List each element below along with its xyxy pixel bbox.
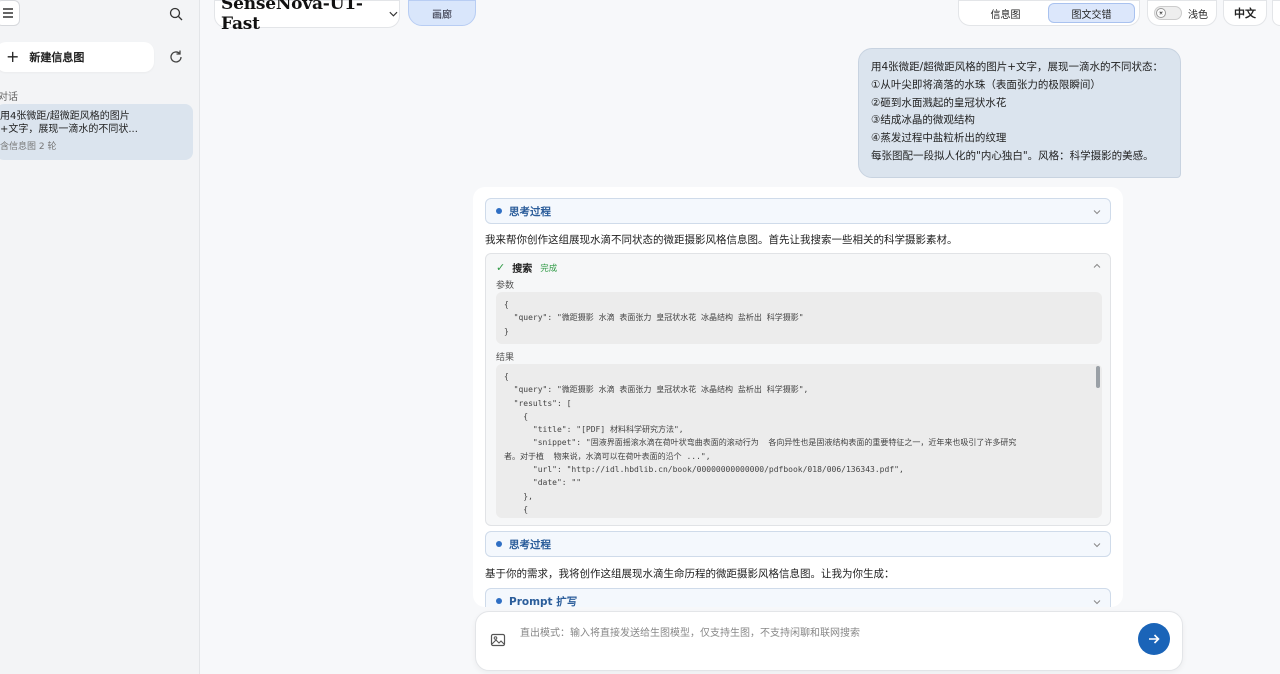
tool-header[interactable]: ✓ 搜索 完成 (496, 260, 557, 275)
params-code: { "query": "微距摄影 水滴 表面张力 皇冠状水花 冰晶结构 盐析出 … (496, 292, 1102, 344)
gallery-button[interactable]: 画廊 (408, 0, 476, 26)
code-line: "url": "http://idl.hbdlib.cn/book/000000… (504, 465, 904, 475)
search-icon (169, 7, 183, 21)
conversation-meta: 含信息图 2 轮 (0, 142, 57, 152)
assistant-intro-text: 我来帮你创作这组展现水滴不同状态的微距摄影风格信息图。首先让我搜索一些相关的科学… (485, 234, 958, 246)
thinking-label: 思考过程 (509, 205, 551, 218)
code-line: { (504, 504, 529, 514)
chevron-down-icon (389, 11, 398, 17)
sidebar-section-label: 对话 (0, 92, 18, 103)
conversation-title: 用4张微距/超微距风格的图片 +文字，展现一滴水的不同状... (0, 111, 138, 135)
refresh-icon[interactable] (168, 49, 184, 65)
code-line: { (504, 300, 509, 309)
assistant-followup-text: 基于你的需求，我将创作这组展现水滴生命历程的微距摄影风格信息图。让我为你生成： (485, 568, 895, 580)
code-line: "date": "" (504, 478, 582, 488)
code-line: }, (504, 491, 533, 501)
user-message-line: ③结成冰晶的微观结构 (871, 114, 975, 127)
language-button[interactable]: 中文 (1223, 0, 1267, 26)
user-message-line: ④蒸发过程中盐粒析出的纹理 (871, 132, 1007, 145)
chat-input-bar (475, 611, 1183, 671)
code-line: { (504, 411, 529, 421)
tab-infographic[interactable]: 信息图 (963, 3, 1048, 23)
tool-status: 完成 (540, 263, 558, 274)
model-selector[interactable]: SenseNova-U1-Fast (214, 0, 400, 34)
user-message-line: ①从叶尖即将滴落的水珠（表面张力的极限瞬间） (871, 78, 1101, 91)
hamburger-icon (3, 8, 13, 18)
theme-toggle[interactable]: ☀ 浅色 (1147, 0, 1217, 26)
code-line: "results": [ (504, 398, 572, 408)
mode-tabs: 信息图 图文交错 (958, 0, 1140, 26)
bullet-dot (496, 598, 502, 604)
tool-name: 搜索 (512, 264, 533, 275)
code-line: "query": "微距摄影 水滴 表面张力 皇冠状水花 冰晶结构 盐析出 科学… (504, 385, 809, 395)
sidebar: + 新建信息图 对话 用4张微距/超微距风格的图片 +文字，展现一滴水的不同状.… (0, 0, 200, 674)
menu-button[interactable] (0, 0, 20, 26)
bullet-dot (496, 208, 502, 214)
assistant-message: 思考过程 我来帮你创作这组展现水滴不同状态的微距摄影风格信息图。首先让我搜索一些… (473, 187, 1123, 607)
tab-interleaved[interactable]: 图文交错 (1048, 3, 1135, 23)
new-infographic-label: 新建信息图 (29, 51, 85, 64)
thinking-process-toggle-1[interactable]: 思考过程 (485, 198, 1111, 224)
thinking-label: 思考过程 (509, 538, 551, 551)
conversation-item[interactable]: 用4张微距/超微距风格的图片 +文字，展现一滴水的不同状... 含信息图 2 轮 (0, 104, 193, 160)
code-line: 者。对于植 物来说，水滴可以在荷叶表面的沿个 ...", (504, 451, 711, 461)
user-message-line: ②砸到水面溅起的皇冠状水花 (871, 96, 1007, 109)
prompt-label: Prompt 扩写 (509, 595, 578, 608)
params-label: 参数 (496, 281, 515, 291)
scrollbar[interactable] (1096, 366, 1100, 388)
chevron-up-icon[interactable] (1092, 261, 1102, 271)
user-message: 用4张微距/超微距风格的图片+文字，展现一滴水的不同状态： ①从叶尖即将滴落的水… (858, 48, 1181, 178)
send-button[interactable] (1138, 623, 1170, 655)
user-message-line: 用4张微距/超微距风格的图片+文字，展现一滴水的不同状态： (871, 61, 1164, 73)
chevron-down-icon (1093, 210, 1101, 215)
plus-icon: + (6, 47, 20, 66)
code-line: { (504, 372, 509, 381)
arrow-right-icon (1149, 634, 1160, 644)
thinking-process-toggle-2[interactable]: 思考过程 (485, 531, 1111, 557)
chevron-down-icon (1093, 600, 1101, 605)
new-infographic-button[interactable]: + 新建信息图 (0, 42, 154, 72)
model-name: SenseNova-U1-Fast (221, 0, 363, 34)
chevron-down-icon (1093, 543, 1101, 548)
check-icon: ✓ (496, 261, 506, 274)
search-button[interactable] (166, 4, 186, 24)
edge-button[interactable] (1272, 0, 1280, 26)
image-upload-icon[interactable] (490, 632, 506, 648)
results-code[interactable]: { "query": "微距摄影 水滴 表面张力 皇冠状水花 冰晶结构 盐析出 … (496, 364, 1102, 518)
bullet-dot (496, 541, 502, 547)
results-label: 结果 (496, 353, 515, 363)
sun-icon: ☀ (1156, 8, 1166, 18)
code-line: "snippet": "固液界面摇滚水滴在荷叶状弯曲表面的滚动行为 各向异性也是… (504, 438, 1017, 448)
theme-label: 浅色 (1188, 9, 1208, 21)
search-tool-panel: ✓ 搜索 完成 参数 { "query": "微距摄影 水滴 表面张力 皇冠状水… (485, 253, 1111, 526)
code-line: "query": "微距摄影 水滴 表面张力 皇冠状水花 冰晶结构 盐析出 科学… (504, 313, 804, 323)
chat-input[interactable] (520, 624, 1120, 642)
user-message-line: 每张图配一段拟人化的"内心独白"。风格：科学摄影的美感。 (871, 149, 1154, 162)
code-line: "title": "[PDF] 材料科学研究方法", (504, 425, 684, 435)
prompt-expansion-toggle[interactable]: Prompt 扩写 (485, 588, 1111, 607)
code-line: } (504, 326, 509, 336)
toggle-track: ☀ (1154, 6, 1182, 20)
